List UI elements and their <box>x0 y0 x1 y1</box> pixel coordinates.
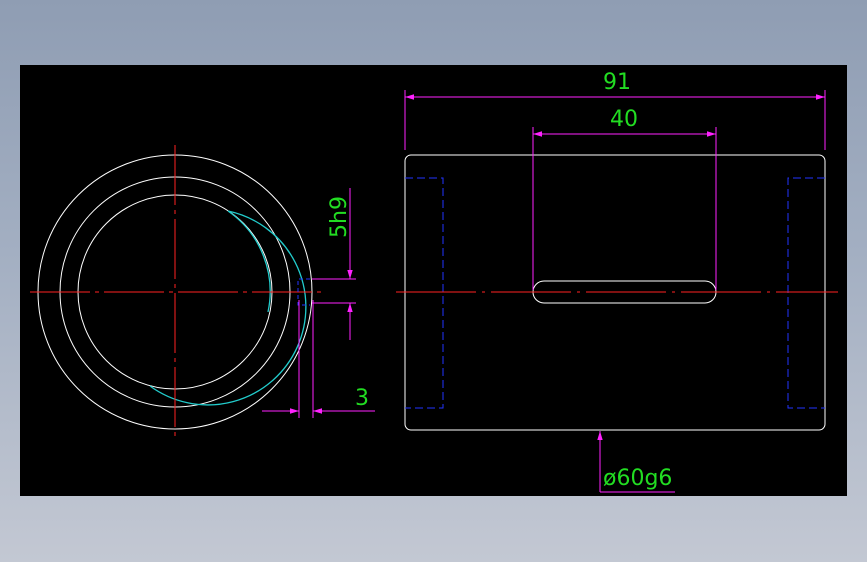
outer-diameter-label: ø60g6 <box>603 466 672 491</box>
keyway-length-label: 40 <box>610 107 638 132</box>
drawing-canvas: 5h9 3 91 40 ø60g6 <box>0 0 867 562</box>
drawing-background <box>20 65 847 496</box>
keyway-width-label: 5h9 <box>327 196 352 238</box>
cad-drawing: 5h9 3 91 40 ø60g6 <box>20 65 847 496</box>
overall-length-label: 91 <box>603 70 631 95</box>
keyway-depth-label: 3 <box>355 386 369 411</box>
